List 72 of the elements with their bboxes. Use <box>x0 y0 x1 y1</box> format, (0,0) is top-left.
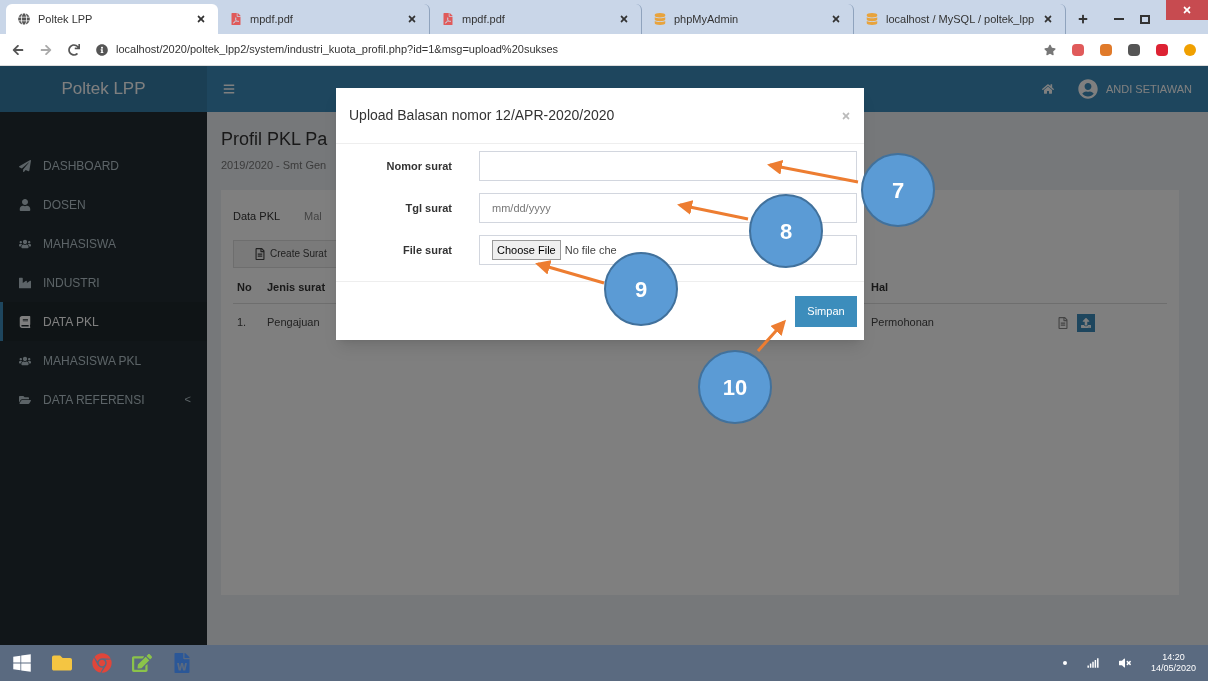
sidebar-item[interactable]: DOSEN <box>0 185 207 224</box>
sidebar-item[interactable]: MAHASISWA PKL <box>0 341 207 380</box>
close-icon[interactable] <box>1043 14 1053 24</box>
windows-logo-icon[interactable] <box>12 653 32 673</box>
browser-tab[interactable]: Poltek LPP <box>6 4 218 34</box>
field-label: Tgl surat <box>404 200 452 216</box>
tab-title: mpdf.pdf <box>462 11 506 27</box>
tab-favicon-icon <box>230 13 242 25</box>
user-name[interactable]: ANDI SETIAWAN <box>1106 80 1192 98</box>
speaker-icon[interactable] <box>1118 657 1131 669</box>
new-tab-icon[interactable] <box>1078 14 1088 24</box>
url-text[interactable]: localhost/2020/poltek_lpp2/system/industri_kuota_profil.php?id=1&msg=upload%20sukses <box>116 41 559 58</box>
close-icon[interactable] <box>196 14 206 24</box>
page-title: Profil PKL Pa <box>221 128 328 151</box>
avatar-icon[interactable] <box>1078 79 1098 99</box>
table-cell-text: 1. <box>236 315 248 331</box>
tab-title: localhost / MySQL / poltek_lpp <box>886 11 1035 27</box>
close-window-button[interactable] <box>1166 0 1208 20</box>
extension-icon[interactable] <box>1072 43 1084 56</box>
back-icon[interactable] <box>12 43 24 56</box>
tab-favicon-icon <box>18 13 30 25</box>
close-icon[interactable] <box>407 14 417 24</box>
sidebar-item[interactable]: DATA REFERENSI < <box>0 380 207 419</box>
annotation-arrow <box>535 260 605 285</box>
signal-icon[interactable] <box>1086 657 1099 669</box>
table-cell-text: Pengajuan <box>267 315 320 331</box>
forward-icon[interactable] <box>40 43 52 56</box>
upload-button[interactable] <box>1077 313 1095 332</box>
extension-icon[interactable] <box>1156 43 1168 56</box>
extension-icon[interactable] <box>1128 43 1140 56</box>
content-tab[interactable]: Mal <box>304 208 322 225</box>
tab-title: phpMyAdmin <box>674 11 740 27</box>
reload-icon[interactable] <box>68 43 80 56</box>
tab-favicon-icon <box>654 13 666 25</box>
sidebar-item[interactable]: MAHASISWA <box>0 224 207 263</box>
close-icon[interactable] <box>619 14 629 24</box>
brand-logo[interactable]: Poltek LPP <box>0 66 207 112</box>
save-button[interactable]: Simpan <box>795 295 857 327</box>
clock-date[interactable]: 14/05/2020 <box>1150 663 1196 675</box>
tab-favicon-icon <box>866 13 878 25</box>
info-icon[interactable] <box>96 43 108 56</box>
app-icon[interactable] <box>132 653 152 673</box>
choose-file-button[interactable]: Choose File <box>492 240 561 260</box>
upload-icon <box>1081 317 1091 328</box>
annotation-arrow <box>756 319 786 352</box>
column-header: Jenis surat <box>267 279 326 295</box>
content-tab[interactable]: Data PKL <box>233 208 281 225</box>
close-icon <box>1182 5 1192 15</box>
clock-time[interactable]: 14:20 <box>1162 651 1185 663</box>
table-cell-text: Permohonan <box>871 315 934 331</box>
bookmark-star-icon[interactable] <box>1044 43 1056 56</box>
sidebar-item[interactable]: INDUSTRI <box>0 263 207 302</box>
dialog-title: Upload Balasan nomor 12/APR-2020/2020 <box>349 106 616 125</box>
field-label: File surat <box>402 242 452 258</box>
close-icon[interactable] <box>831 14 841 24</box>
tab-title: Poltek LPP <box>38 11 94 27</box>
restore-icon[interactable] <box>1140 15 1150 24</box>
folder-icon[interactable] <box>52 653 72 673</box>
column-header: No <box>236 279 253 295</box>
sidebar-item[interactable]: DASHBOARD <box>0 146 207 185</box>
column-header: Hal <box>871 279 889 295</box>
annotation-arrow <box>677 200 749 221</box>
tab-favicon-icon <box>442 13 454 25</box>
page-subtitle: 2019/2020 - Smt Gen <box>221 158 327 173</box>
date-field[interactable]: mm/dd/yyyy <box>479 193 857 223</box>
field-label: Nomor surat <box>385 158 452 174</box>
tab-title: mpdf.pdf <box>250 11 294 27</box>
document-icon <box>254 247 266 260</box>
notification-icon[interactable] <box>1062 661 1067 665</box>
input-field[interactable] <box>479 151 857 181</box>
home-icon[interactable] <box>1042 83 1054 95</box>
document-icon[interactable] <box>1057 316 1069 329</box>
